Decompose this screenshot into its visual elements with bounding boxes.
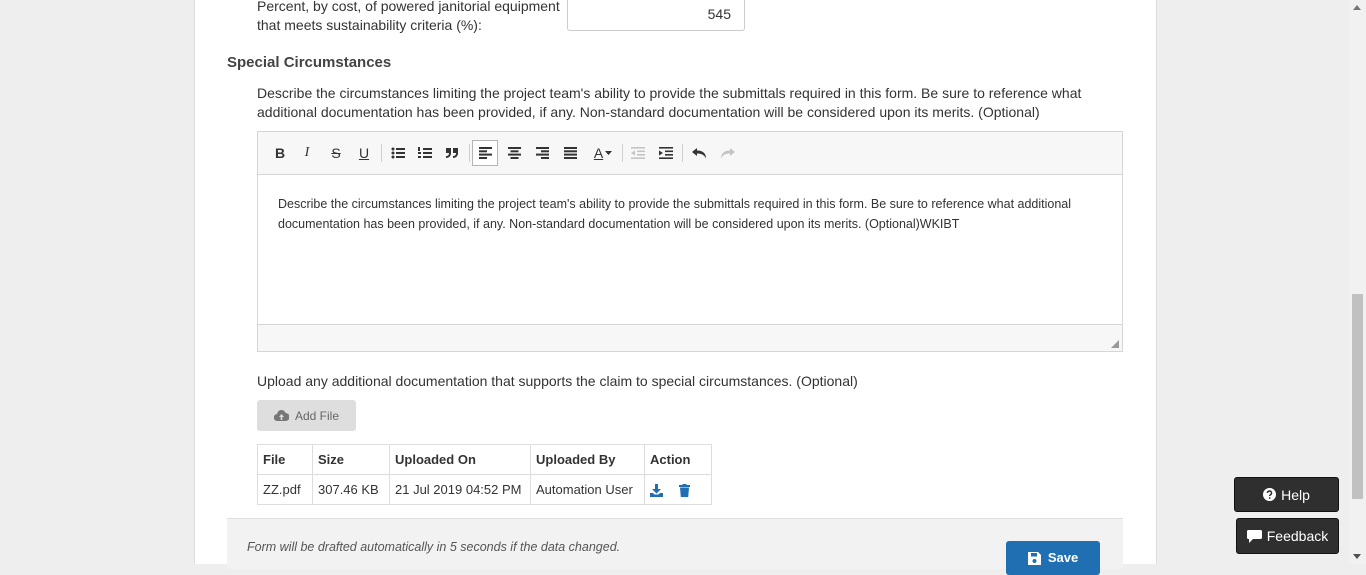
bold-button[interactable]: B (267, 140, 293, 166)
toolbar-divider (469, 144, 470, 162)
table-header-row: File Size Uploaded On Uploaded By Action (257, 444, 712, 475)
rich-text-editor[interactable]: B I S U A Describe the circumstances lim… (257, 131, 1123, 352)
upload-label: Upload any additional documentation that… (257, 373, 858, 389)
align-left-icon[interactable] (472, 140, 498, 166)
comment-icon (1246, 529, 1262, 543)
file-size-cell: 307.46 KB (312, 474, 390, 505)
column-header-action: Action (644, 444, 712, 475)
cloud-upload-icon (273, 410, 289, 421)
autosave-note: Form will be drafted automatically in 5 … (247, 540, 621, 554)
text-color-letter: A (593, 145, 604, 161)
save-label: Save (1047, 550, 1079, 565)
editor-statusbar (258, 324, 1122, 351)
align-center-icon[interactable] (501, 140, 527, 166)
add-file-button[interactable]: Add File (257, 400, 356, 431)
editor-toolbar: B I S U A (258, 132, 1122, 175)
feedback-label: Feedback (1266, 528, 1329, 544)
column-header-uploaded-on: Uploaded On (389, 444, 531, 475)
form-footer: Form will be drafted automatically in 5 … (227, 518, 1123, 575)
underline-button[interactable]: U (351, 140, 377, 166)
table-row: ZZ.pdf 307.46 KB 21 Jul 2019 04:52 PM Au… (257, 474, 712, 505)
toolbar-divider (622, 144, 623, 162)
toolbar-divider (381, 144, 382, 162)
scroll-up-icon[interactable] (1353, 5, 1361, 10)
action-cell (644, 474, 712, 505)
redo-icon[interactable] (714, 140, 740, 166)
align-right-icon[interactable] (529, 140, 555, 166)
align-justify-icon[interactable] (557, 140, 583, 166)
outdent-icon[interactable] (625, 140, 651, 166)
download-icon[interactable] (650, 484, 663, 498)
undo-icon[interactable] (686, 140, 712, 166)
scroll-down-icon[interactable] (1353, 554, 1361, 559)
column-header-file: File (257, 444, 313, 475)
question-circle-icon (1263, 488, 1277, 501)
uploaded-by-cell: Automation User (530, 474, 645, 505)
strikethrough-button[interactable]: S (323, 140, 349, 166)
feedback-button[interactable]: Feedback (1236, 518, 1339, 554)
save-button[interactable]: Save (1006, 541, 1100, 575)
trash-icon[interactable] (678, 484, 690, 498)
uploaded-on-cell: 21 Jul 2019 04:52 PM (389, 474, 531, 505)
equipment-percent-label: Percent, by cost, of powered janitorial … (257, 0, 560, 33)
bullet-list-icon[interactable] (385, 140, 411, 166)
help-button[interactable]: Help (1234, 477, 1339, 512)
equipment-percent-input[interactable]: 545 (567, 0, 745, 31)
indent-icon[interactable] (653, 140, 679, 166)
resize-handle-icon[interactable] (1111, 340, 1119, 348)
files-table: File Size Uploaded On Uploaded By Action… (257, 444, 712, 505)
column-header-uploaded-by: Uploaded By (530, 444, 645, 475)
help-label: Help (1281, 486, 1310, 503)
blockquote-icon[interactable] (439, 140, 465, 166)
page-scrollbar[interactable] (1349, 0, 1366, 564)
floppy-disk-icon (1027, 552, 1041, 565)
toolbar-divider (682, 144, 683, 162)
italic-button[interactable]: I (294, 140, 320, 166)
section-description: Describe the circumstances limiting the … (257, 85, 1082, 120)
add-file-label: Add File (294, 408, 340, 423)
column-header-size: Size (312, 444, 390, 475)
file-name-cell: ZZ.pdf (257, 474, 313, 505)
section-title: Special Circumstances (227, 54, 392, 71)
scrollbar-thumb[interactable] (1352, 294, 1363, 499)
numbered-list-icon[interactable] (412, 140, 438, 166)
editor-content[interactable]: Describe the circumstances limiting the … (278, 194, 1098, 234)
text-color-icon[interactable]: A (588, 140, 618, 166)
